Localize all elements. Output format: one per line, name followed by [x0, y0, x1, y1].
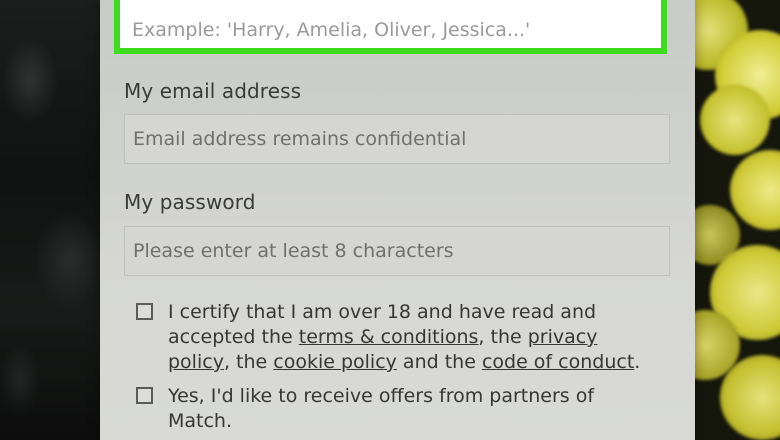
offers-consent-label: Yes, I'd like to receive offers from par… [168, 385, 595, 432]
terms-text-part: , the [478, 326, 528, 348]
offers-consent-row: Yes, I'd like to receive offers from par… [136, 384, 663, 434]
terms-conditions-link[interactable]: terms & conditions [299, 326, 479, 348]
password-label: My password [124, 190, 256, 214]
terms-consent-text: I certify that I am over 18 and have rea… [168, 300, 663, 375]
terms-text-part: and the [396, 351, 482, 373]
bokeh-light [730, 150, 780, 230]
offers-checkbox[interactable] [136, 387, 153, 404]
terms-text-part: . [634, 351, 641, 373]
email-input[interactable] [125, 115, 669, 163]
cookie-policy-link[interactable]: cookie policy [273, 351, 397, 373]
terms-checkbox[interactable] [136, 303, 153, 320]
first-name-input[interactable] [120, 0, 661, 48]
terms-text-part: , the [223, 351, 274, 373]
email-label: My email address [124, 79, 302, 103]
code-of-conduct-link[interactable]: code of conduct [482, 351, 634, 373]
first-name-field[interactable] [114, 0, 667, 54]
password-input[interactable] [125, 227, 669, 275]
email-field[interactable] [124, 114, 670, 164]
terms-consent-row: I certify that I am over 18 and have rea… [136, 300, 663, 375]
background-left [0, 0, 110, 440]
password-field[interactable] [124, 226, 670, 276]
bokeh-light [700, 85, 770, 155]
